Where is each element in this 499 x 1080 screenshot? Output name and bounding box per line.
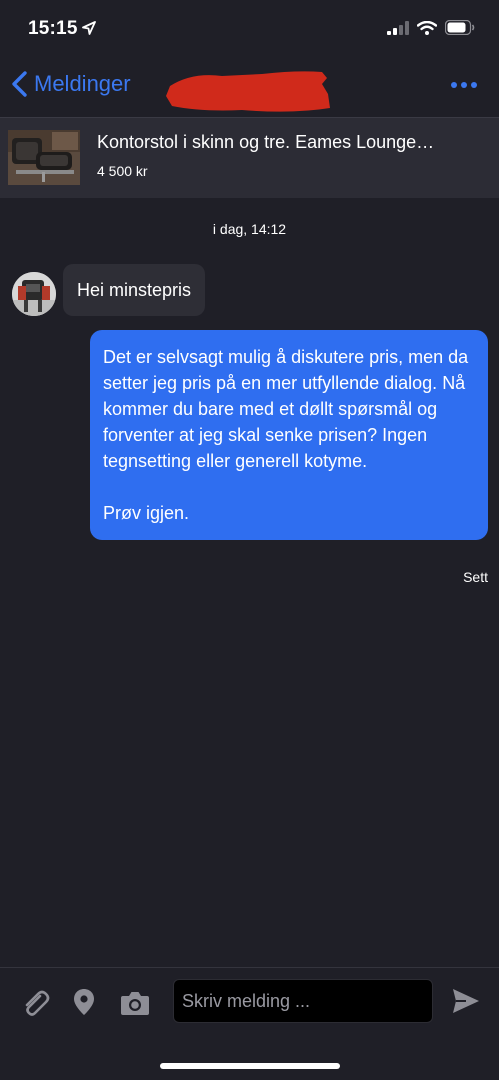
message-timestamp: i dag, 14:12 [212,221,287,237]
contact-avatar[interactable] [12,272,56,316]
wifi-icon [417,20,437,35]
cellular-signal-icon [387,20,409,35]
back-button[interactable]: Meldinger [10,70,131,98]
camera-icon[interactable] [120,990,150,1016]
read-receipt-label: Sett [463,569,488,585]
status-bar: 15:15 [0,0,499,60]
status-icons [387,20,475,35]
outgoing-message-bubble: Det er selvsagt mulig å diskutere pris, … [90,330,488,540]
incoming-message-bubble: Hei minstepris [63,264,206,316]
navigation-bar: Meldinger [0,60,499,116]
listing-price: 4 500 kr [97,163,148,179]
battery-icon [445,20,475,35]
more-options-icon[interactable] [451,82,477,88]
paperclip-icon[interactable] [20,988,50,1018]
avatar-image [12,272,56,316]
chat-screen: 15:15 Meldinger Kontorstol i skinn og tr… [0,0,499,1080]
location-pin-icon[interactable] [73,988,95,1016]
listing-card[interactable]: Kontorstol i skinn og tre. Eames Lounge…… [0,117,499,198]
send-icon[interactable] [452,988,480,1014]
location-arrow-icon [82,21,96,35]
message-input[interactable] [173,979,433,1023]
lounge-chair-image [8,130,80,185]
home-indicator[interactable] [160,1063,340,1069]
chevron-left-icon [12,71,27,97]
listing-title: Kontorstol i skinn og tre. Eames Lounge… [97,132,435,152]
back-button-label: Meldinger [34,71,131,96]
listing-thumbnail [8,130,80,185]
status-time: 15:15 [28,18,78,39]
redacted-contact-name [166,71,330,112]
